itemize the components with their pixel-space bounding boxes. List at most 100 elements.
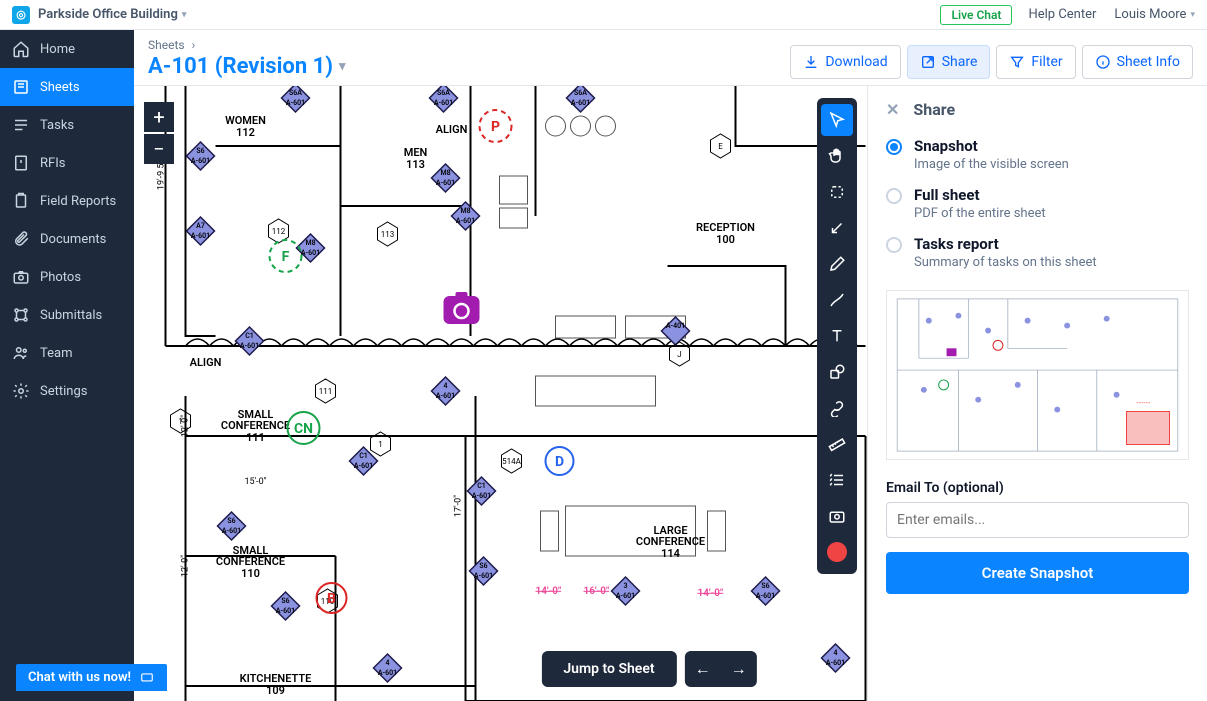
blueprint-viewport[interactable]: S6A-601 A7A-601 S6AA-601 S6AA-601 M8A-60… bbox=[134, 86, 867, 701]
chat-widget-button[interactable]: Chat with us now! bbox=[16, 664, 167, 691]
sidebar-item-home[interactable]: Home bbox=[0, 30, 134, 68]
email-input[interactable] bbox=[886, 502, 1189, 538]
create-snapshot-button[interactable]: Create Snapshot bbox=[886, 552, 1189, 594]
sidebar-item-team[interactable]: Team bbox=[0, 334, 134, 372]
sidebar-item-tasks[interactable]: Tasks bbox=[0, 106, 134, 144]
svg-text:F: F bbox=[282, 249, 290, 265]
user-menu[interactable]: Louis Moore ▾ bbox=[1114, 7, 1195, 22]
project-selector[interactable]: Parkside Office Building ▾ bbox=[38, 7, 186, 22]
sidebar-item-label: RFIs bbox=[40, 156, 65, 171]
svg-text:J: J bbox=[677, 350, 681, 359]
zoom-in-button[interactable]: + bbox=[144, 102, 174, 132]
sidebar-item-photos[interactable]: Photos bbox=[0, 258, 134, 296]
viewport-indicator bbox=[1126, 411, 1170, 445]
svg-text:A-601: A-601 bbox=[240, 342, 259, 350]
help-center-link[interactable]: Help Center bbox=[1028, 7, 1096, 22]
share-option-tasks[interactable]: Tasks reportSummary of tasks on this she… bbox=[886, 235, 1189, 270]
camera-tool[interactable] bbox=[821, 500, 853, 532]
sidebar-item-settings[interactable]: Settings bbox=[0, 372, 134, 410]
svg-text:S6A: S6A bbox=[574, 89, 587, 97]
home-icon bbox=[12, 40, 30, 58]
pan-tool[interactable] bbox=[821, 140, 853, 172]
svg-text:S6: S6 bbox=[761, 582, 769, 590]
svg-text:111: 111 bbox=[319, 387, 333, 396]
shape-tool[interactable] bbox=[821, 356, 853, 388]
svg-text:A-601: A-601 bbox=[474, 572, 493, 580]
checklist-tool[interactable] bbox=[821, 464, 853, 496]
radio-icon bbox=[886, 139, 902, 155]
sidebar-item-submittals[interactable]: Submittals bbox=[0, 296, 134, 334]
text-tool[interactable] bbox=[821, 320, 853, 352]
zoom-out-button[interactable]: − bbox=[144, 134, 174, 164]
svg-text:A-601: A-601 bbox=[378, 669, 397, 677]
share-option-fullsheet[interactable]: Full sheetPDF of the entire sheet bbox=[886, 186, 1189, 221]
prev-sheet-button[interactable]: ← bbox=[695, 659, 711, 679]
rfi-icon bbox=[12, 154, 30, 172]
jump-to-sheet-button[interactable]: Jump to Sheet bbox=[541, 651, 676, 687]
app-logo-icon[interactable]: ◎ bbox=[12, 6, 30, 24]
svg-text:S6A: S6A bbox=[289, 89, 302, 97]
svg-text:15'-0": 15'-0" bbox=[244, 477, 266, 487]
user-name: Louis Moore bbox=[1114, 7, 1186, 22]
svg-text:S6A: S6A bbox=[437, 89, 450, 97]
svg-text:A-601: A-601 bbox=[276, 607, 295, 615]
next-sheet-button[interactable]: → bbox=[731, 659, 747, 679]
sidebar-item-label: Photos bbox=[40, 270, 81, 285]
svg-text:ALIGN: ALIGN bbox=[436, 123, 468, 136]
camera-icon bbox=[12, 268, 30, 286]
filter-button[interactable]: Filter bbox=[996, 45, 1075, 79]
sheet-info-button[interactable]: Sheet Info bbox=[1082, 45, 1193, 79]
sidebar-item-documents[interactable]: Documents bbox=[0, 220, 134, 258]
sidebar-item-rfis[interactable]: RFIs bbox=[0, 144, 134, 182]
svg-text:3: 3 bbox=[624, 582, 628, 590]
svg-text:110: 110 bbox=[241, 567, 260, 580]
svg-text:A-601: A-601 bbox=[191, 232, 210, 240]
select-tool[interactable] bbox=[821, 104, 853, 136]
info-icon bbox=[1095, 54, 1111, 70]
download-button[interactable]: Download bbox=[790, 45, 900, 79]
pen-tool[interactable] bbox=[821, 248, 853, 280]
sidebar-item-label: Tasks bbox=[40, 118, 74, 133]
sidebar: Home Sheets Tasks RFIs Field Reports Doc… bbox=[0, 30, 134, 701]
svg-text:16'-0": 16'-0" bbox=[584, 586, 610, 597]
svg-text:4: 4 bbox=[386, 659, 390, 667]
chevron-down-icon: ▾ bbox=[182, 10, 187, 20]
arrow-tool[interactable] bbox=[821, 212, 853, 244]
share-type-radio-group: SnapshotImage of the visible screen Full… bbox=[886, 137, 1189, 270]
sheet-toolbar: Download Share Filter Sheet Info bbox=[790, 45, 1193, 79]
ruler-tool[interactable] bbox=[821, 428, 853, 460]
svg-text:S6: S6 bbox=[227, 517, 235, 525]
highlighter-tool[interactable] bbox=[821, 284, 853, 316]
svg-text:M8: M8 bbox=[460, 207, 470, 215]
record-tool[interactable] bbox=[827, 542, 847, 562]
svg-text:M8: M8 bbox=[440, 169, 450, 177]
tasks-icon bbox=[12, 116, 30, 134]
share-button[interactable]: Share bbox=[907, 45, 991, 79]
sheet-nav-arrows: ← → bbox=[685, 651, 757, 687]
jump-to-sheet-bar: Jump to Sheet ← → bbox=[541, 651, 756, 687]
sheet-header: Sheets › A-101 (Revision 1) ▾ Download S… bbox=[134, 30, 1207, 86]
breadcrumb[interactable]: Sheets › bbox=[148, 38, 346, 52]
sidebar-item-label: Documents bbox=[40, 232, 106, 247]
svg-text:A-601: A-601 bbox=[301, 249, 320, 257]
svg-text:ALIGN: ALIGN bbox=[190, 356, 222, 369]
sheet-canvas[interactable]: + − bbox=[134, 86, 1207, 701]
chevron-down-icon: ▾ bbox=[1190, 10, 1195, 20]
svg-text:C1: C1 bbox=[359, 452, 368, 460]
close-icon[interactable]: ✕ bbox=[886, 100, 899, 119]
sidebar-item-field-reports[interactable]: Field Reports bbox=[0, 182, 134, 220]
link-tool[interactable] bbox=[821, 392, 853, 424]
share-option-snapshot[interactable]: SnapshotImage of the visible screen bbox=[886, 137, 1189, 172]
sidebar-item-label: Home bbox=[40, 42, 75, 57]
svg-text:A-601: A-601 bbox=[826, 659, 845, 667]
sidebar-item-label: Team bbox=[40, 346, 73, 361]
svg-text:CN: CN bbox=[294, 421, 313, 437]
svg-text:1: 1 bbox=[378, 440, 383, 449]
live-chat-button[interactable]: Live Chat bbox=[940, 5, 1012, 25]
zoom-controls: + − bbox=[144, 102, 174, 164]
svg-text:A-401: A-401 bbox=[666, 322, 685, 330]
sheet-title[interactable]: A-101 (Revision 1) ▾ bbox=[148, 54, 346, 79]
lasso-tool[interactable] bbox=[821, 176, 853, 208]
paperclip-icon bbox=[12, 230, 30, 248]
sidebar-item-sheets[interactable]: Sheets bbox=[0, 68, 134, 106]
